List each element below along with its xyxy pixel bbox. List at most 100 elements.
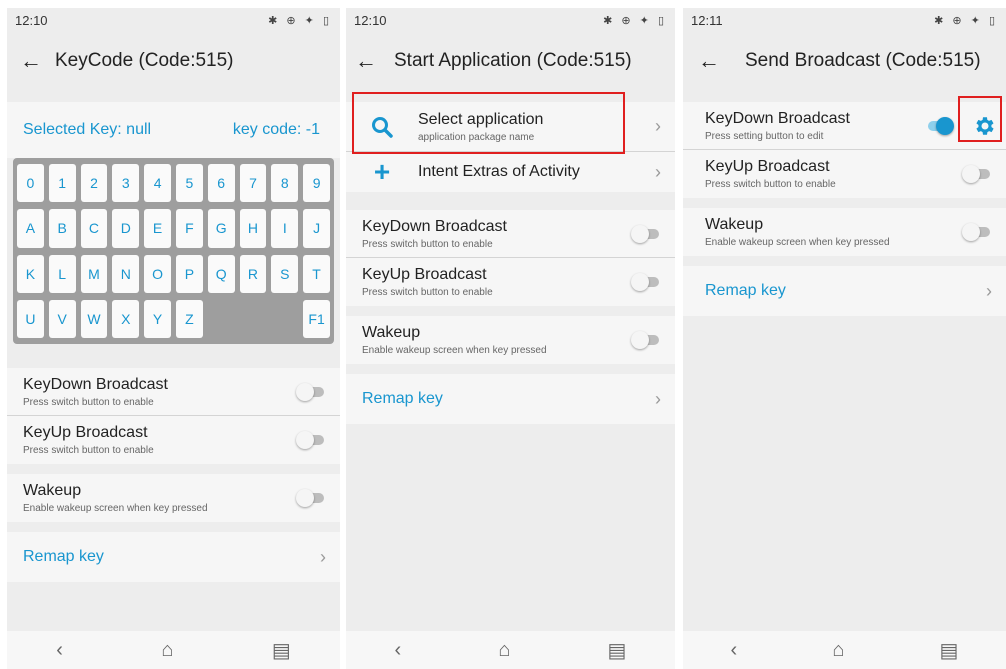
- keydown-broadcast-hint: Press switch button to enable: [23, 396, 154, 408]
- keyboard-key[interactable]: 0: [17, 164, 44, 203]
- wakeup-switch[interactable]: [631, 331, 661, 349]
- key-code-label: key code: -1: [232, 121, 320, 138]
- nav-recent-icon[interactable]: ▤: [940, 638, 959, 663]
- keydown-broadcast-row[interactable]: KeyDown Broadcast Press setting button t…: [683, 102, 1006, 150]
- keyboard-key[interactable]: W: [80, 299, 108, 338]
- status-icons: ✱ ⊕ ✦ ▯: [603, 14, 667, 27]
- nav-back-icon[interactable]: ‹: [56, 639, 63, 662]
- keyboard-key[interactable]: E: [144, 209, 171, 248]
- keyup-broadcast-row[interactable]: KeyUp Broadcast Press switch button to e…: [7, 416, 340, 464]
- keyboard-key[interactable]: A: [17, 209, 44, 248]
- keyup-broadcast-switch[interactable]: [631, 273, 661, 291]
- nav-home-icon[interactable]: ⌂: [498, 639, 510, 662]
- status-time: 12:11: [691, 12, 723, 28]
- remap-key-row[interactable]: Remap key ›: [7, 532, 340, 582]
- keyboard-key[interactable]: M: [80, 254, 108, 293]
- keyboard-key[interactable]: U: [17, 299, 44, 338]
- remap-key-row[interactable]: Remap key ›: [683, 266, 1006, 316]
- intent-extras-row[interactable]: + Intent Extras of Activity ›: [346, 152, 675, 192]
- keyboard-key[interactable]: K: [17, 254, 44, 293]
- nav-back-icon[interactable]: ‹: [395, 639, 402, 662]
- keyboard-key[interactable]: O: [144, 254, 171, 293]
- keyboard-key[interactable]: 9: [303, 164, 330, 203]
- gear-icon[interactable]: [972, 114, 996, 138]
- keyboard-key[interactable]: 1: [48, 164, 76, 203]
- select-application-row[interactable]: Select application application package n…: [346, 102, 675, 152]
- keyup-broadcast-switch[interactable]: [962, 165, 992, 183]
- keydown-broadcast-switch[interactable]: [296, 382, 326, 401]
- page-title: Start Application (Code:515): [394, 50, 632, 71]
- keyup-broadcast-label: KeyUp Broadcast: [23, 424, 148, 441]
- keyup-broadcast-hint: Press switch button to enable: [23, 445, 154, 456]
- keyboard-key[interactable]: 6: [207, 164, 235, 203]
- keyup-broadcast-switch[interactable]: [296, 431, 326, 449]
- keyboard-key[interactable]: 5: [175, 164, 203, 203]
- nav-recent-icon[interactable]: ▤: [272, 638, 291, 663]
- keyboard-key[interactable]: J: [303, 209, 330, 248]
- select-application-label: Select application: [418, 110, 544, 128]
- keyboard-key[interactable]: G: [207, 209, 235, 248]
- keyboard-key[interactable]: Q: [207, 254, 235, 293]
- keyboard-key[interactable]: F1: [303, 299, 330, 338]
- keyup-broadcast-label: KeyUp Broadcast: [362, 266, 487, 283]
- keydown-broadcast-switch[interactable]: [631, 224, 661, 243]
- nav-home-icon[interactable]: ⌂: [832, 639, 844, 662]
- back-arrow-icon[interactable]: ←: [683, 48, 735, 74]
- plus-icon: +: [373, 156, 391, 187]
- keyboard-key[interactable]: V: [48, 299, 76, 338]
- back-arrow-icon[interactable]: ←: [7, 48, 55, 74]
- wakeup-row[interactable]: Wakeup Enable wakeup screen when key pre…: [683, 208, 1006, 256]
- keydown-broadcast-hint: Press switch button to enable: [362, 238, 493, 250]
- phone-start-application-screen: 12:10 ✱ ⊕ ✦ ▯ ← Start Application (Code:…: [346, 8, 675, 669]
- keyboard-key[interactable]: 3: [112, 164, 140, 203]
- keyboard-key[interactable]: T: [303, 254, 330, 293]
- wakeup-hint: Enable wakeup screen when key pressed: [705, 237, 890, 248]
- nav-home-icon[interactable]: ⌂: [161, 639, 173, 662]
- keyboard-key[interactable]: N: [112, 254, 140, 293]
- keyup-broadcast-row[interactable]: KeyUp Broadcast Press switch button to e…: [683, 150, 1006, 198]
- keyboard-key[interactable]: Y: [144, 299, 171, 338]
- keyboard-key[interactable]: 7: [239, 164, 267, 203]
- keyboard-key[interactable]: X: [112, 299, 140, 338]
- keyboard-key[interactable]: S: [271, 254, 299, 293]
- search-icon: [362, 116, 402, 138]
- keyboard-key[interactable]: 4: [144, 164, 171, 203]
- keyup-broadcast-hint: Press switch button to enable: [362, 287, 493, 298]
- keydown-broadcast-row[interactable]: KeyDown Broadcast Press switch button to…: [346, 210, 675, 258]
- keydown-broadcast-label: KeyDown Broadcast: [362, 217, 507, 235]
- status-bar: 12:10 ✱ ⊕ ✦ ▯: [346, 8, 675, 32]
- keyup-broadcast-label: KeyUp Broadcast: [705, 158, 830, 175]
- keyboard-key[interactable]: 8: [271, 164, 299, 203]
- back-arrow-icon[interactable]: ←: [346, 48, 386, 74]
- keydown-broadcast-row[interactable]: KeyDown Broadcast Press switch button to…: [7, 368, 340, 416]
- remap-key-row[interactable]: Remap key ›: [346, 374, 675, 424]
- keyboard-key[interactable]: 2: [80, 164, 108, 203]
- wakeup-row[interactable]: Wakeup Enable wakeup screen when key pre…: [346, 316, 675, 364]
- keydown-broadcast-switch[interactable]: [924, 116, 954, 135]
- keyboard-key[interactable]: D: [112, 209, 140, 248]
- key-info-bar: Selected Key: null key code: -1: [7, 102, 340, 158]
- system-nav-bar: ‹ ⌂ ▤: [7, 631, 340, 669]
- wakeup-label: Wakeup: [23, 482, 82, 499]
- keyboard-key[interactable]: B: [48, 209, 76, 248]
- virtual-keyboard: 0 1 2 3 4 5 6 7 8 9 A B C D E F G H I J K L M N O P Q R S T U V W X Y Z F1: [13, 158, 334, 344]
- nav-back-icon[interactable]: ‹: [731, 639, 738, 662]
- keyboard-key[interactable]: P: [175, 254, 203, 293]
- keyboard-key[interactable]: I: [271, 209, 299, 248]
- selected-key-label: Selected Key: null: [23, 121, 152, 138]
- broadcast-settings: KeyDown Broadcast Press switch button to…: [7, 368, 340, 464]
- keyboard-key[interactable]: H: [239, 209, 267, 248]
- wakeup-switch[interactable]: [962, 223, 992, 241]
- keyboard-key[interactable]: F: [175, 209, 203, 248]
- wakeup-row[interactable]: Wakeup Enable wakeup screen when key pre…: [7, 474, 340, 522]
- keyup-broadcast-row[interactable]: KeyUp Broadcast Press switch button to e…: [346, 258, 675, 306]
- keyboard-key[interactable]: C: [80, 209, 108, 248]
- keyboard-key[interactable]: R: [239, 254, 267, 293]
- status-time: 12:10: [15, 12, 48, 28]
- keyboard-key[interactable]: L: [48, 254, 76, 293]
- nav-recent-icon[interactable]: ▤: [608, 638, 627, 663]
- keyboard-key[interactable]: Z: [175, 299, 203, 338]
- wakeup-switch[interactable]: [296, 489, 326, 507]
- status-icons: ✱ ⊕ ✦ ▯: [934, 14, 998, 27]
- phone-keycode-screen: 12:10 ✱ ⊕ ✦ ▯ ← KeyCode (Code:515) Selec…: [7, 8, 340, 669]
